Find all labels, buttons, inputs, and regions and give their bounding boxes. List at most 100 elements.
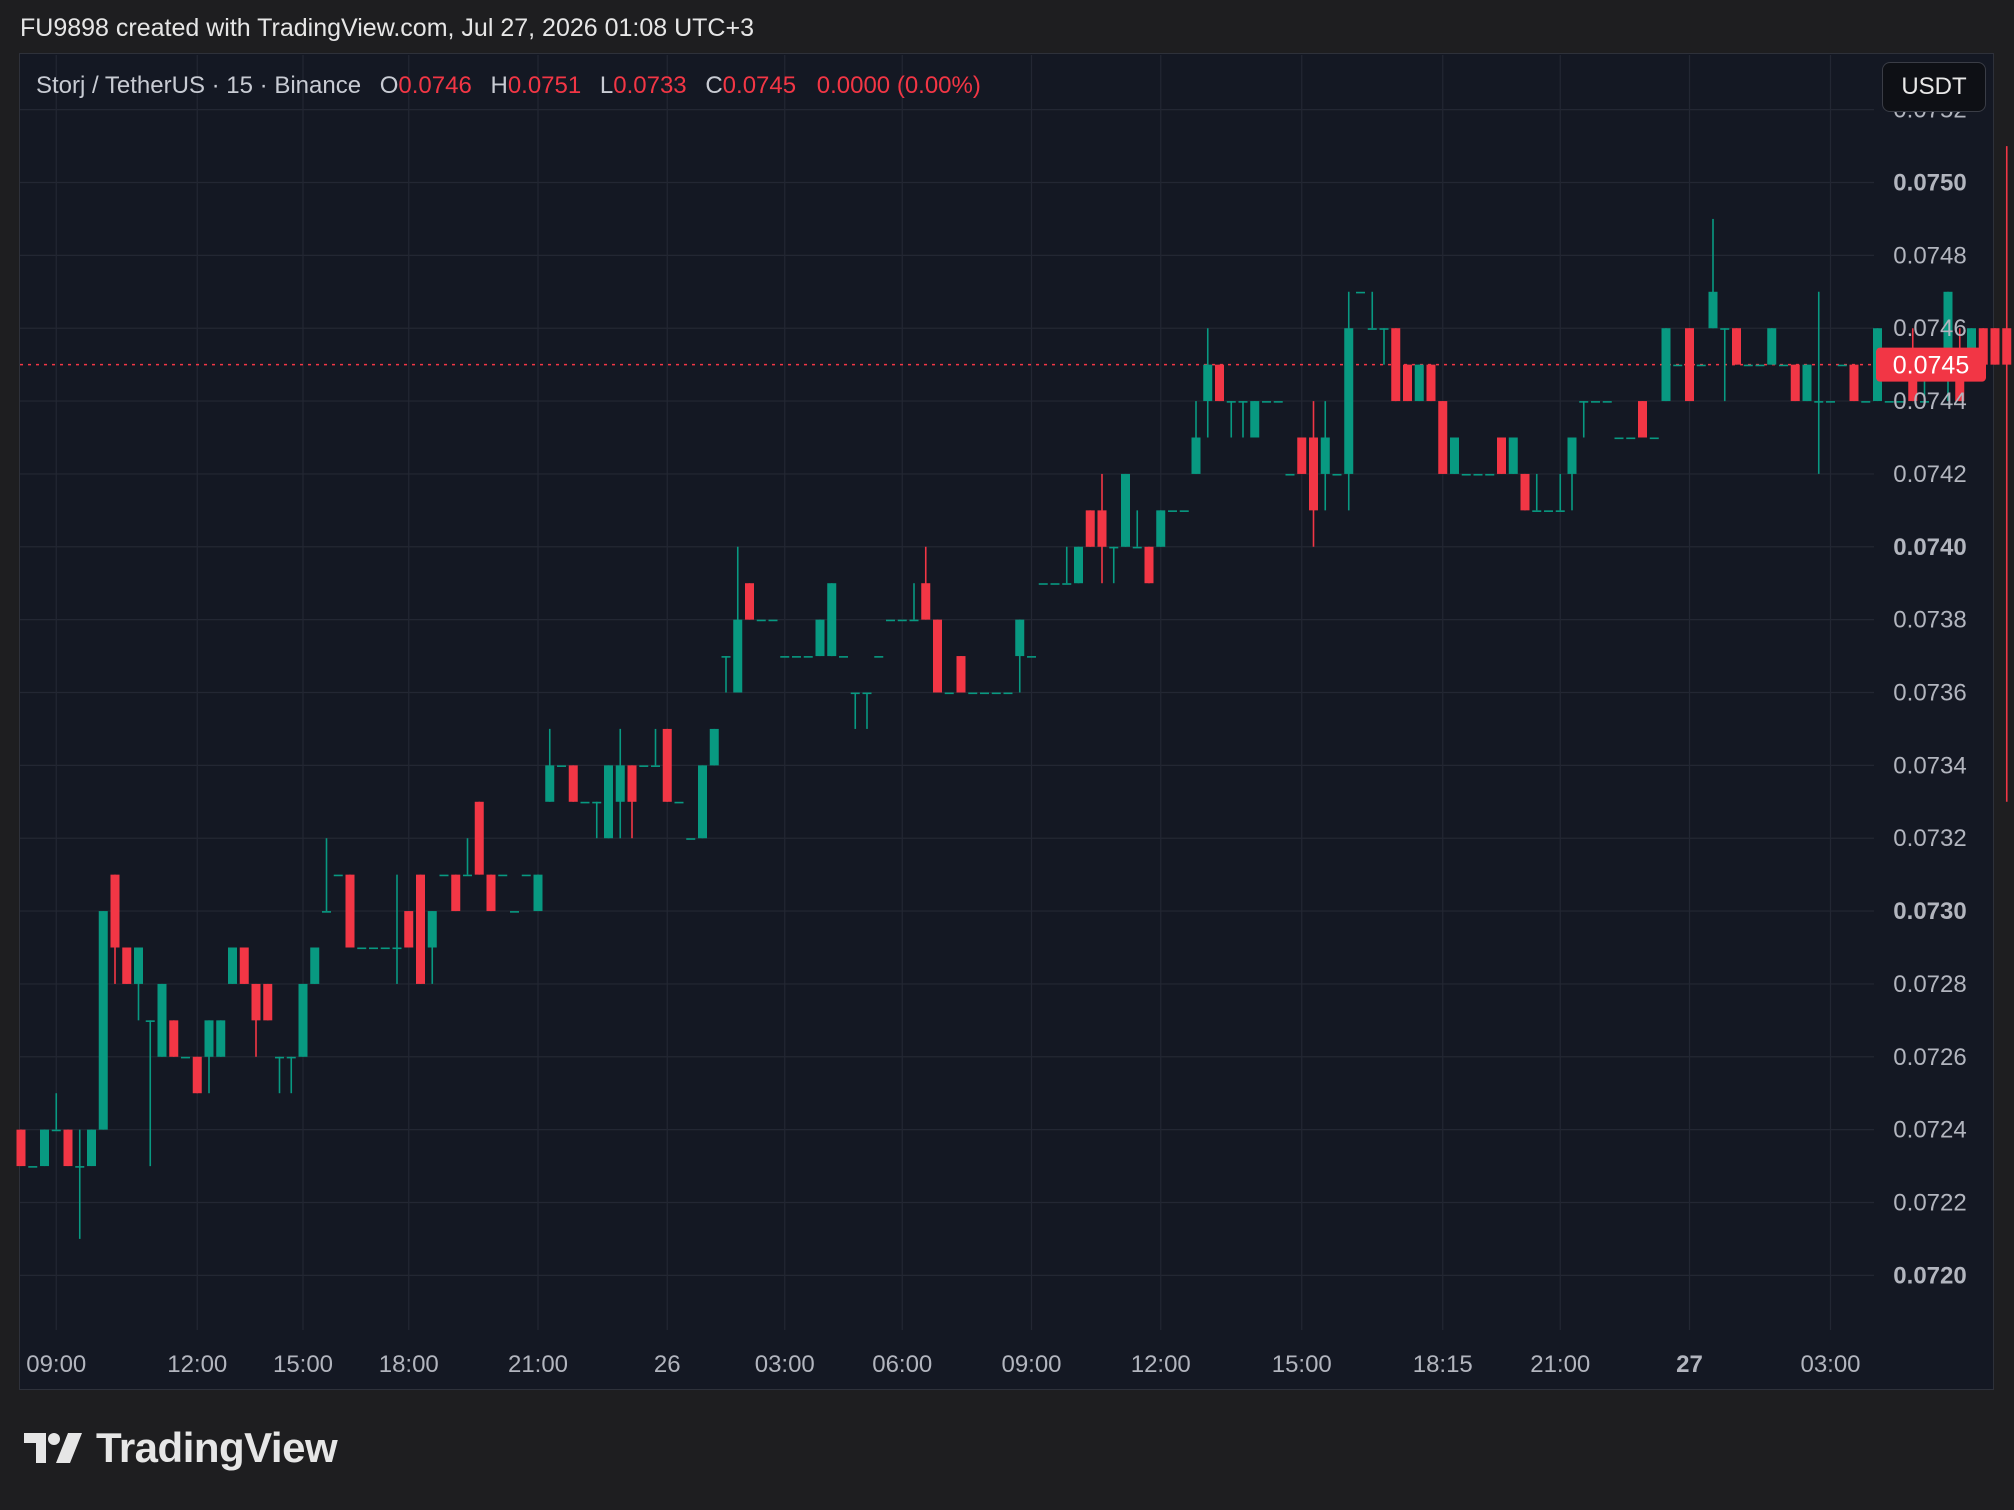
candle: [427, 911, 437, 984]
candle-body: [1532, 510, 1542, 512]
time-tick-label: 26: [654, 1351, 681, 1378]
candle-body: [1661, 328, 1671, 402]
time-tick-label: 09:00: [1001, 1351, 1061, 1378]
candle: [75, 1129, 85, 1239]
candle-body: [1003, 692, 1013, 695]
candle-body: [709, 728, 719, 766]
candle: [1097, 473, 1107, 584]
time-tick-label: 03:00: [755, 1351, 815, 1378]
candle-body: [239, 947, 249, 984]
time-tick-label: 18:00: [379, 1351, 439, 1378]
candle: [545, 728, 555, 802]
candle: [122, 947, 132, 984]
candle: [1591, 401, 1600, 403]
candle: [345, 874, 355, 948]
symbol-legend[interactable]: Storj / TetherUS · 15 · Binance O0.0746 …: [36, 72, 981, 100]
candle: [557, 765, 566, 767]
candle-body: [275, 1056, 284, 1059]
candle-body: [404, 911, 414, 948]
candle: [1438, 401, 1448, 474]
candle: [1861, 401, 1871, 403]
candle-body: [439, 874, 449, 877]
candle-body: [545, 765, 555, 802]
candle-body: [1814, 401, 1824, 403]
candle: [1544, 510, 1553, 512]
candle-body: [615, 765, 625, 802]
candle-body: [1544, 510, 1553, 512]
candle-body: [1790, 364, 1800, 402]
candlestick-chart[interactable]: 0.07520.07500.07480.07460.07440.07420.07…: [0, 0, 2014, 1510]
candle-body: [416, 874, 425, 984]
candle-body: [1826, 401, 1835, 403]
candle: [862, 692, 872, 729]
candle: [1403, 364, 1412, 402]
candle-body: [1567, 437, 1577, 474]
candle: [1943, 291, 1953, 402]
candle: [322, 838, 331, 913]
candle: [1226, 401, 1236, 438]
candle-body: [1121, 473, 1130, 547]
candle: [604, 765, 613, 839]
candle-body: [1755, 364, 1765, 367]
candle: [1003, 692, 1013, 695]
candle-body: [1156, 510, 1166, 547]
candle: [662, 728, 672, 802]
candle-body: [580, 801, 590, 804]
candle-body: [1215, 364, 1224, 402]
price-tick-label: 0.0748: [1893, 242, 1966, 269]
candle-body: [521, 874, 531, 877]
candle: [1273, 401, 1283, 403]
candle-body: [157, 983, 167, 1057]
candle-body: [1085, 510, 1095, 547]
candle: [16, 1129, 26, 1167]
candle: [1085, 510, 1095, 547]
candle: [1297, 437, 1307, 474]
candle: [51, 1093, 61, 1132]
candle-body: [1414, 364, 1424, 402]
candle: [674, 801, 684, 804]
price-tick-label: 0.0724: [1893, 1117, 1966, 1144]
candle: [1802, 364, 1812, 402]
candle-body: [357, 947, 367, 950]
candle-body: [1438, 401, 1448, 474]
close-label: C: [705, 72, 723, 99]
candle-body: [944, 692, 954, 695]
candle-body: [756, 619, 766, 622]
candle: [968, 692, 978, 695]
candle-body: [1591, 401, 1600, 403]
candle-body: [1391, 328, 1401, 402]
candle-body: [40, 1129, 49, 1167]
candle-body: [1485, 473, 1495, 476]
candle: [1508, 437, 1518, 474]
candle-body: [1614, 437, 1624, 440]
candle-body: [263, 983, 273, 1021]
candle: [592, 801, 602, 839]
low-value: 0.0733: [613, 72, 687, 99]
candle: [1708, 218, 1718, 329]
candle: [1461, 473, 1471, 476]
candle-body: [1238, 401, 1248, 403]
candle: [474, 801, 484, 875]
candle-body: [662, 728, 672, 802]
time-tick-label: 21:00: [1530, 1351, 1590, 1378]
candle: [1038, 583, 1048, 585]
candle-body: [345, 874, 355, 948]
candle-body: [1309, 437, 1318, 511]
candle-body: [1461, 473, 1471, 476]
candle: [756, 619, 766, 622]
candle: [157, 983, 167, 1057]
tradingview-logo[interactable]: TradingView: [24, 1424, 338, 1472]
candle: [1649, 437, 1659, 440]
candle-body: [474, 801, 484, 875]
candle-body: [721, 656, 731, 658]
candle-body: [827, 583, 837, 657]
candle-body: [886, 619, 895, 622]
candle: [463, 838, 472, 877]
candle-body: [897, 619, 907, 622]
candle-body: [1074, 546, 1083, 584]
candle-body: [122, 947, 132, 984]
candle: [1074, 546, 1083, 584]
currency-button[interactable]: USDT: [1882, 62, 1986, 112]
candle-body: [991, 692, 1001, 695]
candle-body: [1450, 437, 1459, 474]
